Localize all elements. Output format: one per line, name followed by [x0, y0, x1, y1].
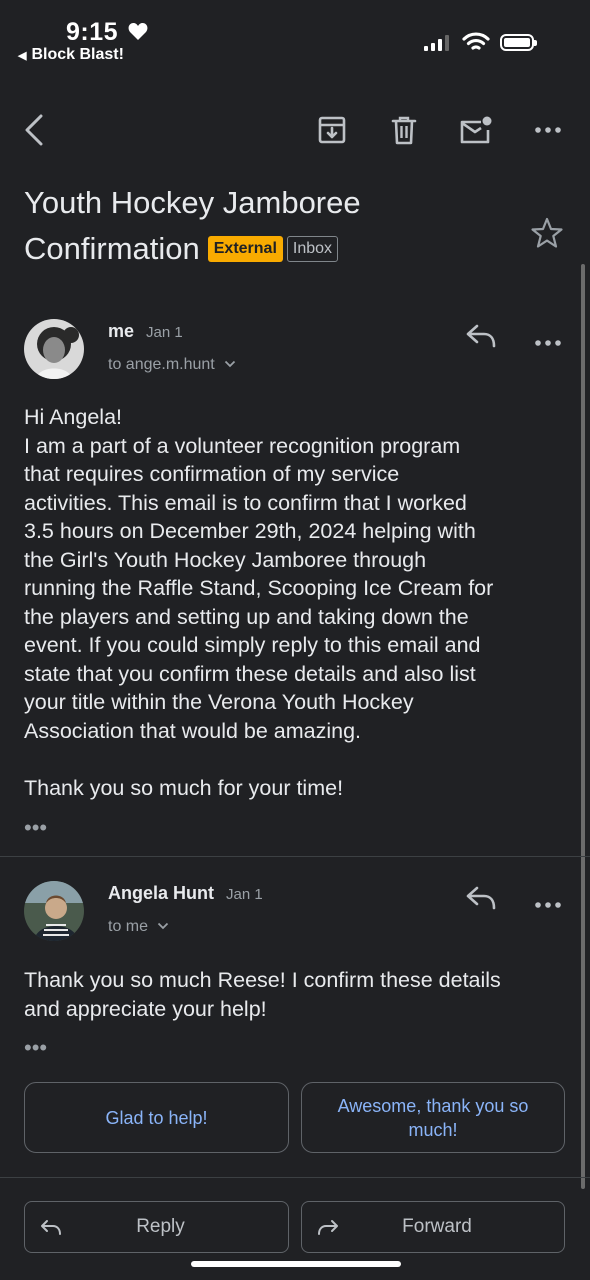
body-line: running the Raffle Stand, Scooping Ice C…	[24, 576, 494, 600]
avatar	[24, 319, 84, 379]
avatar	[24, 881, 84, 941]
recipient-dropdown[interactable]: to me	[108, 918, 169, 936]
reply-arrow-icon	[41, 1220, 61, 1235]
reply-icon[interactable]	[464, 884, 498, 917]
body-line: activities. This email is to confirm tha…	[24, 490, 467, 515]
status-time: 9:15	[66, 18, 119, 46]
archive-icon[interactable]	[314, 112, 350, 148]
message-body: Hi Angela! I am a part of a volunteer re…	[24, 403, 574, 802]
body-line: the Girl's Youth Hockey Jamboree through	[24, 547, 427, 572]
battery-icon	[500, 34, 537, 51]
smart-reply-chip[interactable]: Glad to help!	[24, 1082, 289, 1153]
star-icon[interactable]	[530, 216, 564, 255]
chevron-down-icon	[158, 922, 169, 930]
body-line: Association that would be amazing.	[24, 718, 362, 743]
mark-unread-icon[interactable]	[458, 112, 494, 148]
message-body: Thank you so much Reese! I confirm these…	[24, 966, 574, 1023]
reply-label: Reply	[136, 1216, 185, 1237]
body-line: I am a part of a volunteer recognition p…	[24, 433, 461, 458]
body-line: Hi Angela!	[24, 405, 123, 429]
show-trimmed-content[interactable]: •••	[24, 1035, 47, 1061]
inbox-label[interactable]: Inbox	[286, 236, 339, 262]
back-triangle-icon: ◀	[18, 50, 27, 62]
body-line	[24, 745, 574, 774]
back-arrow-icon[interactable]	[16, 112, 52, 148]
forward-label: Forward	[402, 1216, 472, 1237]
reply-button[interactable]: Reply	[24, 1201, 289, 1253]
body-line: that requires confirmation of my service	[24, 462, 400, 486]
recipient-text: to me	[108, 918, 149, 935]
message-header[interactable]: me Jan 1	[108, 321, 183, 342]
more-icon[interactable]	[530, 112, 566, 148]
chevron-down-icon	[225, 360, 236, 368]
back-to-app-link[interactable]: ◀ Block Blast!	[18, 46, 124, 64]
forward-arrow-icon	[318, 1220, 338, 1235]
home-indicator[interactable]	[191, 1261, 401, 1267]
body-line: Thank you so much Reese! I confirm these…	[24, 968, 501, 992]
message-more-icon[interactable]	[535, 333, 561, 351]
body-line: state that you confirm these details and…	[24, 661, 476, 686]
actions-divider	[0, 1177, 590, 1178]
recipient-dropdown[interactable]: to ange.m.hunt	[108, 356, 236, 374]
body-line: 3.5 hours on December 29th, 2024 helping…	[24, 519, 476, 543]
sender-name: me	[108, 321, 135, 341]
reply-icon[interactable]	[464, 322, 498, 355]
delete-icon[interactable]	[386, 112, 422, 148]
message-divider	[0, 856, 590, 857]
recipient-text: to ange.m.hunt	[108, 356, 215, 373]
message-header[interactable]: Angela Hunt Jan 1	[108, 883, 263, 904]
sender-name: Angela Hunt	[108, 883, 214, 903]
body-line: the players and setting up and taking do…	[24, 604, 469, 629]
show-trimmed-content[interactable]: •••	[24, 815, 47, 841]
body-line: Thank you so much for your time!	[24, 775, 344, 800]
back-app-name: Block Blast!	[31, 46, 124, 63]
cellular-signal-icon	[424, 35, 449, 51]
body-line: event. If you could simply reply to this…	[24, 633, 481, 657]
smart-reply-chip[interactable]: Awesome, thank you so much!	[301, 1082, 565, 1153]
message-date: Jan 1	[226, 886, 263, 903]
heart-icon	[128, 22, 148, 46]
message-more-icon[interactable]	[535, 895, 561, 913]
external-badge: External	[207, 236, 283, 262]
body-line: your title within the Verona Youth Hocke…	[24, 690, 414, 714]
message-date: Jan 1	[146, 324, 183, 341]
scrollbar[interactable]	[581, 264, 585, 1189]
body-line: and appreciate your help!	[24, 996, 267, 1021]
forward-button[interactable]: Forward	[301, 1201, 565, 1253]
email-subject: Youth Hockey Jamboree Confirmation Extern…	[24, 180, 504, 272]
wifi-icon	[462, 32, 490, 57]
